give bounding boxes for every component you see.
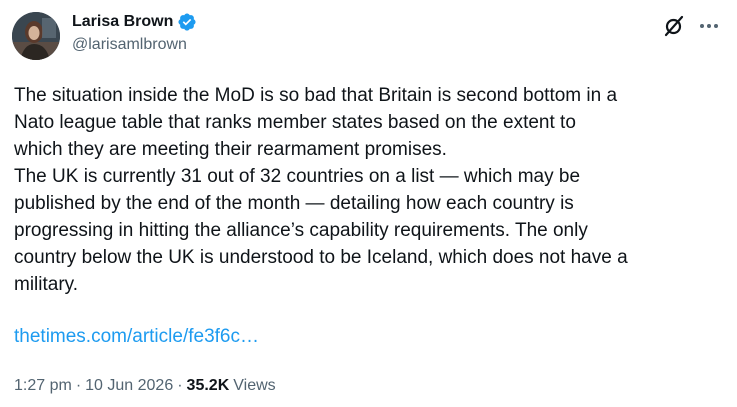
tweet-meta: 1:27 pm · 10 Jun 2026 · 35.2K Views bbox=[14, 376, 276, 396]
meta-separator: · bbox=[75, 377, 82, 394]
tweet-time[interactable]: 1:27 pm bbox=[14, 376, 72, 396]
avatar[interactable] bbox=[12, 12, 60, 60]
article-link[interactable]: thetimes.com/article/fe3f6c… bbox=[14, 323, 259, 350]
views-count: 35.2K bbox=[186, 377, 230, 394]
tweet-text: The situation inside the MoD is so bad t… bbox=[14, 85, 628, 295]
meta-separator: · bbox=[177, 377, 183, 394]
grok-icon[interactable] bbox=[662, 14, 686, 38]
author-handle[interactable]: @larisamlbrown bbox=[72, 35, 187, 55]
more-options-icon[interactable] bbox=[697, 14, 721, 38]
views-label: Views bbox=[233, 377, 276, 394]
author-display-name[interactable]: Larisa Brown bbox=[72, 12, 173, 32]
author-name-row: Larisa Brown bbox=[72, 12, 197, 32]
avatar-photo bbox=[12, 12, 60, 60]
verified-badge-icon[interactable] bbox=[177, 12, 197, 32]
tweet-date[interactable]: 10 Jun 2026 bbox=[85, 376, 173, 396]
